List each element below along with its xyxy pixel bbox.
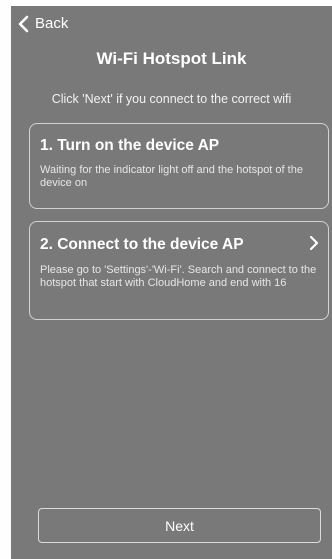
chevron-right-icon: [309, 235, 319, 251]
step-card-connect-ap[interactable]: 2. Connect to the device AP Please go to…: [29, 221, 329, 320]
app-screen: Back Wi-Fi Hotspot Link Click 'Next' if …: [11, 6, 332, 559]
step-title: 1. Turn on the device AP: [40, 137, 220, 154]
instruction-text: Click 'Next' if you connect to the corre…: [51, 92, 292, 106]
step-description: Please go to 'Settings'-'Wi-Fi'. Search …: [40, 264, 317, 289]
step-title: 2. Connect to the device AP: [40, 236, 244, 253]
chevron-left-icon: [18, 15, 29, 33]
back-label: Back: [35, 15, 69, 32]
step-card-turn-on-ap: 1. Turn on the device AP Waiting for the…: [29, 123, 329, 209]
page-title: Wi-Fi Hotspot Link: [96, 49, 247, 68]
next-button[interactable]: Next: [38, 508, 321, 543]
back-button[interactable]: Back: [17, 14, 68, 34]
step-description: Waiting for the indicator light off and …: [40, 164, 303, 189]
